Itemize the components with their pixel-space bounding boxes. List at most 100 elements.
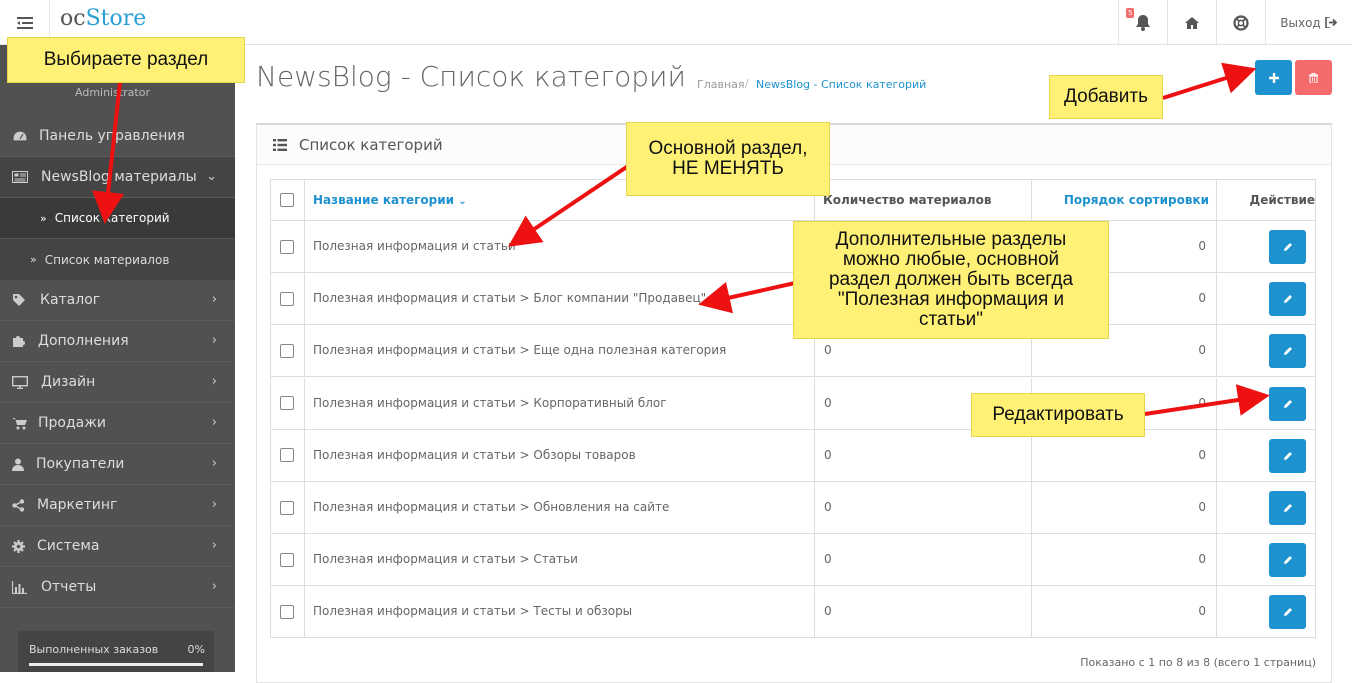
edit-button[interactable] <box>1269 334 1306 369</box>
dashboard-icon <box>0 130 30 142</box>
chevron-right-icon: › <box>211 374 217 389</box>
sidebar-item-marketing[interactable]: Маркетинг › <box>0 485 235 526</box>
sidebar-item-label: Дизайн <box>41 374 96 390</box>
pagination-info: Показано с 1 по 8 из 8 (всего 1 страниц) <box>1080 656 1316 669</box>
add-button[interactable] <box>1255 60 1292 95</box>
share-icon <box>0 498 30 512</box>
column-header-sort[interactable]: Порядок сортировки <box>1064 193 1209 207</box>
sidebar-item-newsblog[interactable]: NewsBlog материалы ⌄ <box>0 157 235 198</box>
monitor-icon <box>0 375 30 389</box>
logout-label: Выход <box>1280 15 1321 30</box>
gear-icon <box>0 539 30 553</box>
sidebar-item-customers[interactable]: Покупатели › <box>0 444 235 485</box>
sidebar-item-label: Продажи <box>38 415 106 431</box>
sidebar-item-extensions[interactable]: Дополнения › <box>0 321 235 362</box>
sort-order: 0 <box>1198 239 1206 253</box>
sidebar-item-catalog[interactable]: Каталог › <box>0 280 235 321</box>
material-count: 0 <box>824 500 832 514</box>
lifebuoy-icon <box>1233 14 1249 31</box>
sidebar-item-dashboard[interactable]: Панель управления <box>0 116 235 157</box>
user-icon <box>0 458 30 471</box>
tag-icon <box>0 293 30 307</box>
chevron-right-icon: › <box>211 456 217 471</box>
sidebar-item-sales[interactable]: Продажи › <box>0 403 235 444</box>
sort-order: 0 <box>1198 604 1206 619</box>
category-name: Полезная информация и статьи > Обновлени… <box>313 500 670 514</box>
row-checkbox[interactable] <box>280 239 294 254</box>
category-name: Полезная информация и статьи > Корпорати… <box>313 395 667 410</box>
sidebar-item-reports[interactable]: Отчеты › <box>0 567 235 608</box>
progress-bar <box>29 663 203 666</box>
row-checkbox[interactable] <box>280 343 294 358</box>
delete-button[interactable] <box>1295 60 1332 95</box>
row-checkbox[interactable] <box>280 396 294 411</box>
note-choose-section: Выбираете раздел <box>7 37 245 83</box>
category-name: Полезная информация и статьи > Статьи <box>313 552 578 567</box>
material-count: 0 <box>824 395 832 410</box>
notifications-button[interactable]: 5 <box>1118 0 1167 45</box>
edit-button[interactable] <box>1269 543 1306 578</box>
material-count: 0 <box>824 604 832 619</box>
opencart-logo[interactable]: ocStore <box>60 6 146 31</box>
edit-button[interactable] <box>1269 491 1306 525</box>
home-button[interactable] <box>1167 0 1216 45</box>
row-checkbox[interactable] <box>280 552 294 567</box>
sort-order: 0 <box>1198 447 1206 462</box>
material-count: 0 <box>824 447 832 462</box>
plus-icon <box>1268 72 1279 83</box>
chevron-right-icon: › <box>211 538 217 553</box>
pencil-icon <box>1283 504 1292 512</box>
category-name: Полезная информация и статьи > Еще одна … <box>313 343 727 358</box>
newspaper-icon <box>0 171 30 183</box>
pencil-icon <box>1283 347 1292 356</box>
panel-title: Список категорий <box>299 136 443 154</box>
sidebar-item-label: Дополнения <box>38 333 129 349</box>
sidebar-item-label: Маркетинг <box>37 497 118 513</box>
profile-role: Administrator <box>75 86 150 99</box>
chevron-right-icon: › <box>211 497 217 512</box>
row-checkbox[interactable] <box>280 500 294 515</box>
double-chevron-icon: » <box>40 211 47 225</box>
sidebar-item-label: Панель управления <box>39 128 185 144</box>
sidebar-subitem-materials[interactable]: » Список материалов <box>0 239 235 280</box>
sort-order: 0 <box>1198 343 1206 358</box>
sidebar-subitem-categories[interactable]: » Список категорий <box>0 198 235 239</box>
sidebar-item-label: Покупатели <box>36 456 125 472</box>
arrow-add <box>1162 62 1257 100</box>
table-row: Полезная информация и статьи > Обзоры то… <box>271 429 1315 482</box>
note-main-section: Основной раздел, НЕ МЕНЯТЬ <box>626 122 830 196</box>
logout-button[interactable]: Выход <box>1265 0 1352 45</box>
edit-button[interactable] <box>1269 230 1306 264</box>
pencil-icon <box>1283 608 1292 617</box>
sidebar-subitem-label: Список категорий <box>54 211 170 225</box>
edit-button[interactable] <box>1269 282 1306 317</box>
edit-button[interactable] <box>1269 438 1306 473</box>
row-checkbox[interactable] <box>280 291 294 306</box>
notification-badge: 5 <box>1126 8 1135 18</box>
row-checkbox[interactable] <box>280 448 294 463</box>
chevron-right-icon: › <box>211 415 217 430</box>
material-count: 0 <box>824 343 832 358</box>
breadcrumb-home[interactable]: Главная <box>697 78 745 91</box>
row-checkbox[interactable] <box>280 604 294 619</box>
trash-icon <box>1309 72 1318 83</box>
select-all-checkbox[interactable] <box>280 193 294 207</box>
sidebar-item-system[interactable]: Система › <box>0 526 235 567</box>
edit-button[interactable] <box>1269 595 1306 630</box>
page-title: NewsBlog - Список категорий <box>256 60 686 93</box>
pencil-icon <box>1283 399 1292 408</box>
help-button[interactable] <box>1216 0 1265 45</box>
progress-value: 0% <box>187 643 205 656</box>
edit-button[interactable] <box>1269 386 1306 421</box>
pencil-icon <box>1283 243 1292 251</box>
category-name: Полезная информация и статьи > Блог комп… <box>313 291 707 306</box>
note-extra-sections: Дополнительные разделы можно любые, осно… <box>793 221 1109 339</box>
chevron-right-icon: › <box>211 333 217 348</box>
sidebar-subitem-label: Список материалов <box>44 252 170 267</box>
column-header-name[interactable]: Название категории ⌄ <box>313 193 467 207</box>
sidebar-item-design[interactable]: Дизайн › <box>0 362 235 403</box>
sidebar-item-label: Отчеты <box>41 579 97 595</box>
breadcrumb-current[interactable]: NewsBlog - Список категорий <box>756 78 926 91</box>
category-name: Полезная информация и статьи > Обзоры то… <box>313 447 636 462</box>
cart-icon <box>0 417 30 430</box>
